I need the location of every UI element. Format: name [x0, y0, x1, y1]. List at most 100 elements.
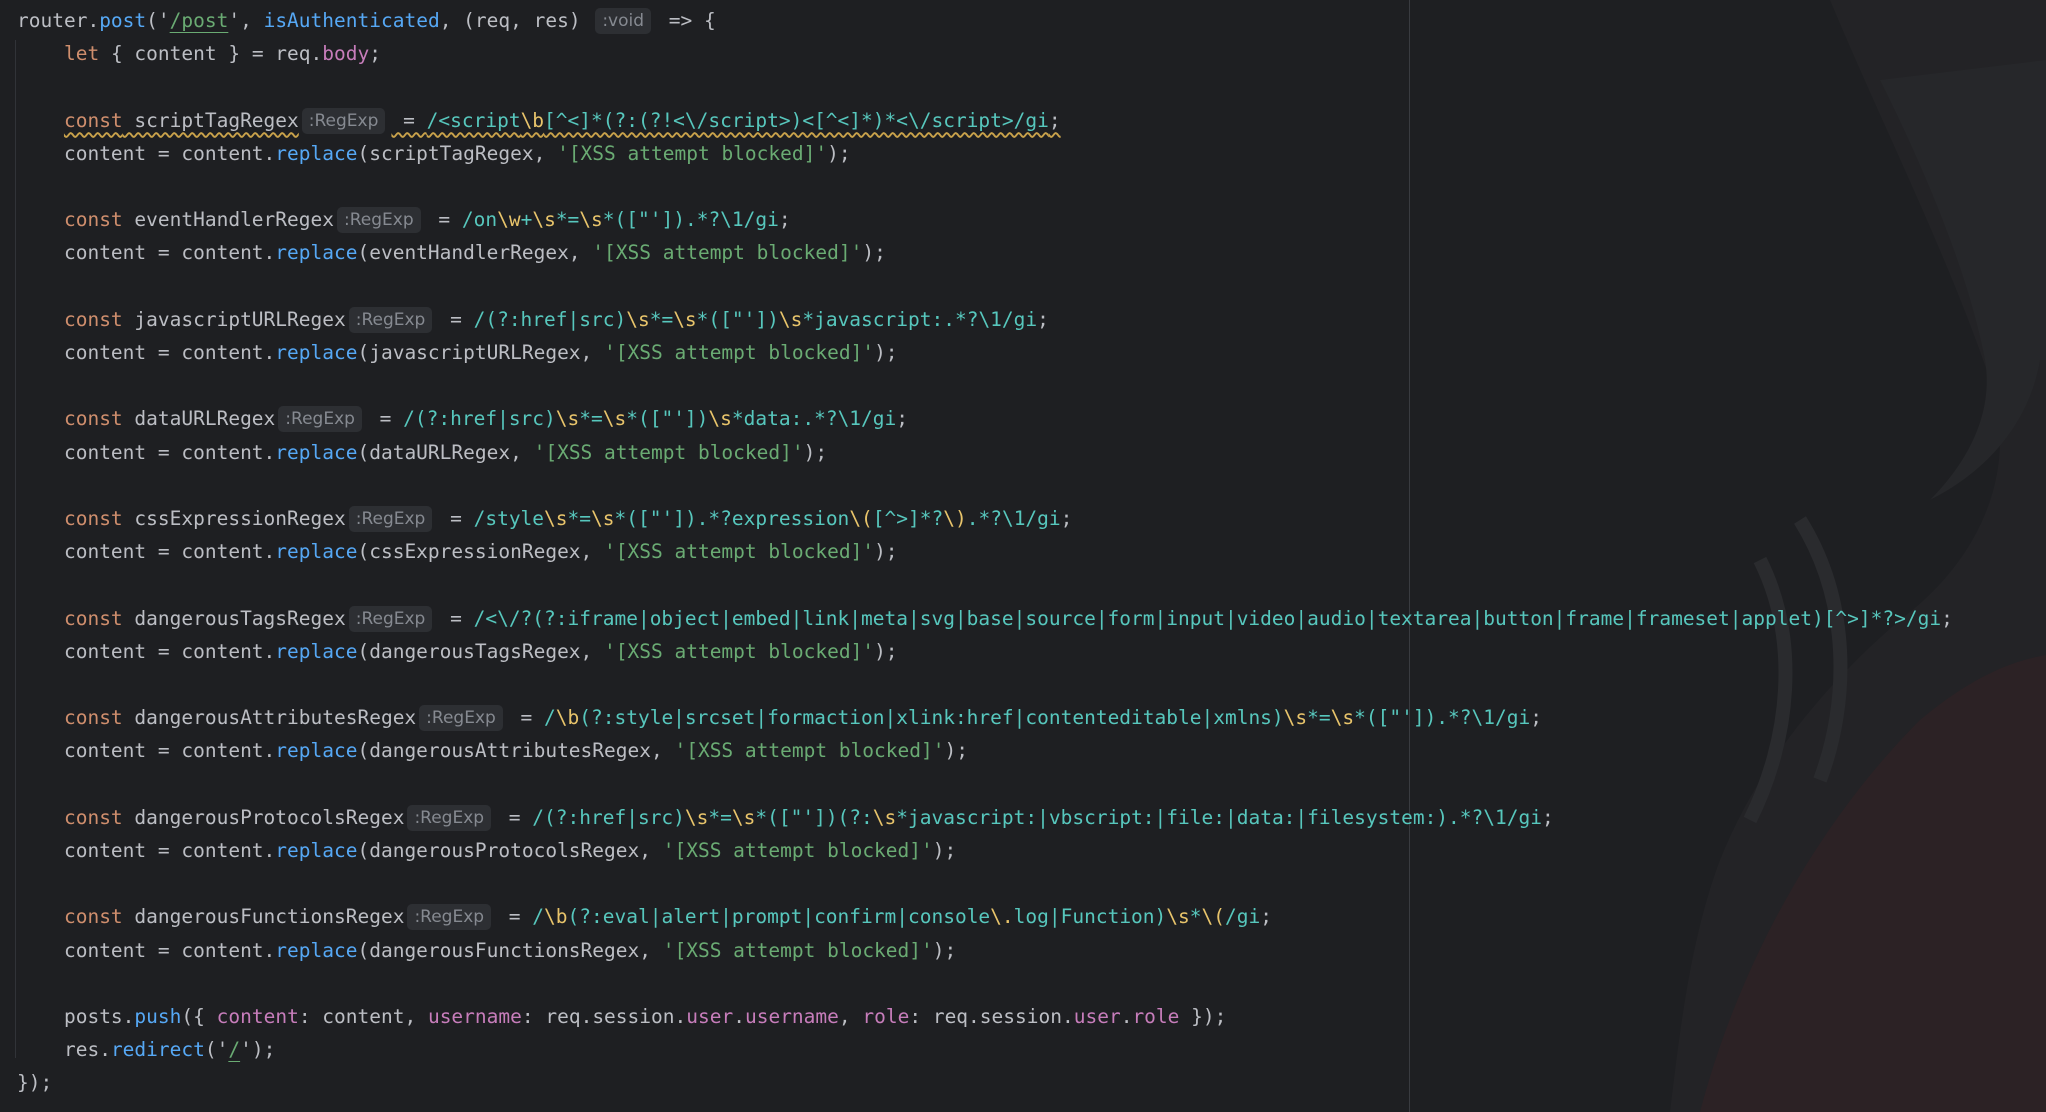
code-line[interactable]: content = content.replace(dangerousFunct… [17, 934, 956, 967]
code-text: dangerousTagsRegex [122, 606, 346, 630]
inlay-type-hint: :RegExp [348, 506, 433, 532]
code-line[interactable]: const dangerousTagsRegex:RegExp = /<\/?(… [17, 602, 1953, 635]
code-text: = [426, 208, 462, 232]
code-text: content = content. [63, 540, 276, 564]
code-line[interactable]: content = content.replace(dangerousProto… [17, 834, 956, 867]
code-line[interactable]: const scriptTagRegex:RegExp = /<script\b… [17, 104, 1061, 137]
function-token: replace [275, 540, 358, 564]
regex-escape-token: \s [1166, 905, 1190, 929]
code-text: content = content. [63, 839, 276, 862]
code-text: ; [778, 208, 791, 232]
code-text: (' [204, 1038, 229, 1062]
code-text: content = content. [63, 739, 276, 763]
regex-token: *= [708, 805, 732, 829]
string-token: '[XSS attempt blocked]' [604, 540, 875, 564]
code-line[interactable]: router.post('/post', isAuthenticated, (r… [17, 4, 716, 37]
code-line[interactable]: content = content.replace(dangerousTagsR… [17, 635, 898, 668]
regex-token: /on [461, 208, 498, 232]
code-text: router. [17, 9, 100, 32]
inlay-type-hint: :RegExp [348, 306, 433, 333]
code-text: ); [874, 639, 898, 663]
code-text: ); [932, 938, 957, 962]
regex-escape-token: \w [497, 208, 521, 232]
function-token: redirect [110, 1038, 205, 1062]
regex-token: *(["']) [626, 407, 709, 431]
regex-escape-token: \s [1330, 706, 1355, 730]
code-line[interactable]: content = content.replace(dangerousAttri… [17, 734, 968, 767]
regex-escape-token: \) [943, 507, 967, 530]
code-text: (dangerousProtocolsRegex, [357, 839, 663, 862]
code-text: ; [1541, 805, 1554, 829]
code-line[interactable]: const cssExpressionRegex:RegExp = /style… [17, 502, 1072, 535]
code-text: : req.session. [521, 1005, 687, 1028]
code-text: ); [874, 540, 898, 564]
regex-token: /<\/?(?:iframe|object|embed|link|meta|sv… [473, 606, 1942, 630]
regex-token: /gi [1225, 905, 1261, 929]
regex-token: / [532, 905, 545, 929]
regex-token: *(["'])(?: [755, 805, 873, 829]
keyword-token: const [63, 507, 123, 530]
code-text: (' [146, 9, 170, 32]
code-text: dataURLRegex [122, 407, 276, 431]
code-text: ); [874, 341, 898, 364]
function-token: replace [275, 241, 358, 265]
code-line[interactable]: const dangerousFunctionsRegex:RegExp = /… [17, 900, 1272, 933]
function-token: push [134, 1005, 182, 1028]
code-text: content = content. [63, 938, 276, 962]
code-line[interactable]: content = content.replace(scriptTagRegex… [17, 137, 851, 170]
regex-token: *= [555, 208, 580, 232]
regex-escape-token: \b [544, 905, 568, 929]
code-line[interactable]: posts.push({ content: content, username:… [17, 1000, 1226, 1033]
regex-token: [^>]*? [872, 507, 944, 530]
code-line[interactable]: content = content.replace(javascriptURLR… [17, 336, 898, 369]
regex-token: * [1189, 905, 1202, 929]
string-token: / [228, 1038, 241, 1062]
keyword-token: const [63, 606, 123, 630]
inlay-type-hint: :RegExp [348, 605, 433, 632]
code-text: }); [17, 1071, 53, 1095]
inlay-type-hint: :RegExp [407, 904, 492, 931]
function-token: replace [275, 440, 358, 464]
keyword-token: let [63, 42, 100, 66]
regex-escape-token: \b [520, 108, 545, 132]
inlay-type-hint: :RegExp [419, 705, 503, 732]
code-line[interactable]: }); [17, 1066, 52, 1099]
code-line[interactable]: let { content } = req.body; [17, 37, 381, 70]
code-line[interactable]: const eventHandlerRegex:RegExp = /on\w+\… [17, 203, 791, 236]
regex-escape-token: \s [684, 805, 709, 829]
code-text: ; [369, 42, 381, 66]
code-line[interactable]: const dangerousProtocolsRegex:RegExp = /… [17, 801, 1554, 834]
code-text: res. [63, 1038, 111, 1062]
code-line[interactable]: content = content.replace(eventHandlerRe… [17, 236, 886, 269]
code-text: dangerousAttributesRegex [122, 706, 417, 730]
regex-escape-token: \s [673, 307, 697, 331]
regex-escape-token: \s [544, 507, 568, 530]
string-token: '[XSS attempt blocked]' [604, 341, 875, 364]
regex-escape-token: \s [591, 507, 615, 530]
regex-token: [^<]*(?:(?!<\/script>)<[^<]*)*<\/script>… [544, 108, 1049, 132]
regex-token: *javascript:.*?\1/gi [802, 307, 1038, 331]
regex-escape-token: \s [778, 307, 803, 331]
code-text: content = content. [63, 341, 276, 364]
code-text: { content } = req. [99, 42, 323, 66]
string-token: '[XSS attempt blocked]' [533, 440, 804, 464]
string-token: '[XSS attempt blocked]' [662, 839, 933, 862]
code-text: javascriptURLRegex [122, 307, 346, 331]
property-token: username [427, 1005, 522, 1028]
code-text: ; [1941, 606, 1953, 630]
code-text: content = content. [63, 141, 276, 165]
regex-escape-token: \b [555, 706, 580, 730]
code-line[interactable]: content = content.replace(dataURLRegex, … [17, 436, 827, 469]
code-line[interactable]: const javascriptURLRegex:RegExp = /(?:hr… [17, 303, 1049, 336]
code-line[interactable]: const dangerousAttributesRegex:RegExp = … [17, 701, 1542, 734]
code-text: ; [1530, 706, 1542, 730]
code-text: ; [1260, 905, 1272, 929]
code-line[interactable]: res.redirect('/'); [17, 1033, 275, 1066]
code-line[interactable]: content = content.replace(cssExpressionR… [17, 535, 898, 568]
code-line[interactable]: const dataURLRegex:RegExp = /(?:href|src… [17, 402, 908, 435]
regex-escape-token: \s [602, 407, 627, 431]
regex-token: *javascript:|vbscript:|file:|data:|files… [896, 805, 1542, 829]
code-text: (scriptTagRegex, [357, 141, 558, 165]
inlay-type-hint: :RegExp [337, 207, 421, 234]
code-text: dangerousFunctionsRegex [122, 905, 405, 929]
